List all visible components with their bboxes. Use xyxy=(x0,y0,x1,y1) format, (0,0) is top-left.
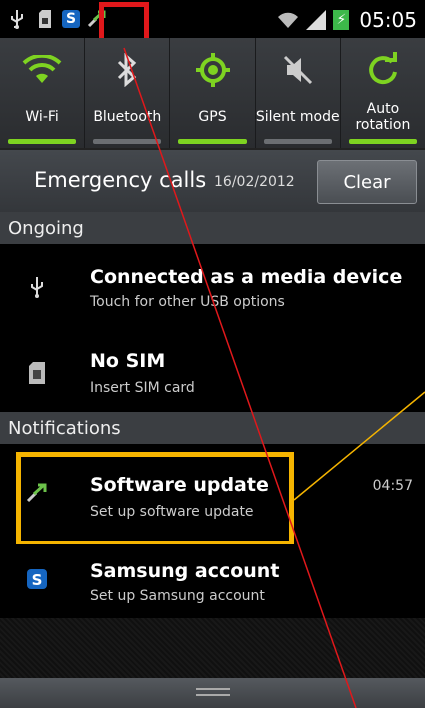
toggle-bluetooth[interactable]: Bluetooth xyxy=(85,38,171,148)
wifi-signal-icon xyxy=(277,9,299,31)
samsung-account-icon: S xyxy=(24,566,50,592)
toggle-label: Bluetooth xyxy=(93,109,162,125)
cell-signal-icon xyxy=(305,9,327,31)
sd-card-icon xyxy=(34,8,56,30)
highlight-box-yellow xyxy=(16,452,294,546)
notification-subtitle: Insert SIM card xyxy=(90,380,195,396)
rotation-icon xyxy=(365,50,401,90)
date-label: 16/02/2012 xyxy=(214,174,295,190)
usb-icon xyxy=(6,8,28,30)
svg-text:S: S xyxy=(32,571,43,589)
toggle-label: GPS xyxy=(198,109,227,125)
toggle-indicator xyxy=(8,139,77,144)
clear-button[interactable]: Clear xyxy=(317,160,417,204)
notification-time: 04:57 xyxy=(372,478,413,494)
bluetooth-icon xyxy=(116,50,138,90)
panel-drag-handle[interactable] xyxy=(0,678,425,708)
status-bar[interactable]: S ⚡ 05:05 xyxy=(0,0,425,38)
toggle-wifi[interactable]: Wi-Fi xyxy=(0,38,86,148)
notification-title: Samsung account xyxy=(90,560,280,582)
section-title: Notifications xyxy=(8,417,121,439)
toggle-gps[interactable]: GPS xyxy=(170,38,256,148)
grip-icon xyxy=(196,688,230,696)
toggle-indicator xyxy=(93,139,162,144)
gps-icon xyxy=(194,50,232,90)
quick-settings-panel: Wi-Fi Bluetooth GPS Silent mode Auto rot… xyxy=(0,38,425,148)
notification-subtitle: Touch for other USB options xyxy=(90,294,285,310)
notification-no-sim[interactable]: No SIM Insert SIM card xyxy=(0,330,425,413)
section-title: Ongoing xyxy=(8,217,84,239)
wifi-icon xyxy=(22,50,62,90)
section-ongoing: Ongoing xyxy=(0,212,425,244)
toggle-indicator xyxy=(348,139,418,144)
emergency-bar: Emergency calls 16/02/2012 Clear xyxy=(0,148,425,214)
notification-title: No SIM xyxy=(90,350,166,372)
toggle-label: Wi-Fi xyxy=(25,109,59,125)
emergency-calls-label: Emergency calls xyxy=(34,168,207,192)
toggle-auto-rotation[interactable]: Auto rotation xyxy=(341,38,425,148)
usb-icon xyxy=(24,274,50,300)
samsung-s-icon: S xyxy=(62,10,80,28)
toggle-indicator xyxy=(178,139,247,144)
toggle-indicator xyxy=(263,139,332,144)
empty-area xyxy=(0,618,425,678)
notification-usb[interactable]: Connected as a media device Touch for ot… xyxy=(0,244,425,331)
notification-subtitle: Set up Samsung account xyxy=(90,588,265,604)
section-notifications: Notifications xyxy=(0,412,425,444)
toggle-label: Silent mode xyxy=(255,109,340,125)
toggle-silent-mode[interactable]: Silent mode xyxy=(256,38,341,148)
clock: 05:05 xyxy=(359,8,417,32)
notification-samsung-account[interactable]: S Samsung account Set up Samsung account xyxy=(0,544,425,619)
battery-charging-icon: ⚡ xyxy=(333,10,350,30)
toggle-label: Auto rotation xyxy=(355,101,411,133)
sim-card-icon xyxy=(24,360,50,386)
notification-title: Connected as a media device xyxy=(90,266,403,288)
silent-mode-icon xyxy=(281,50,315,90)
